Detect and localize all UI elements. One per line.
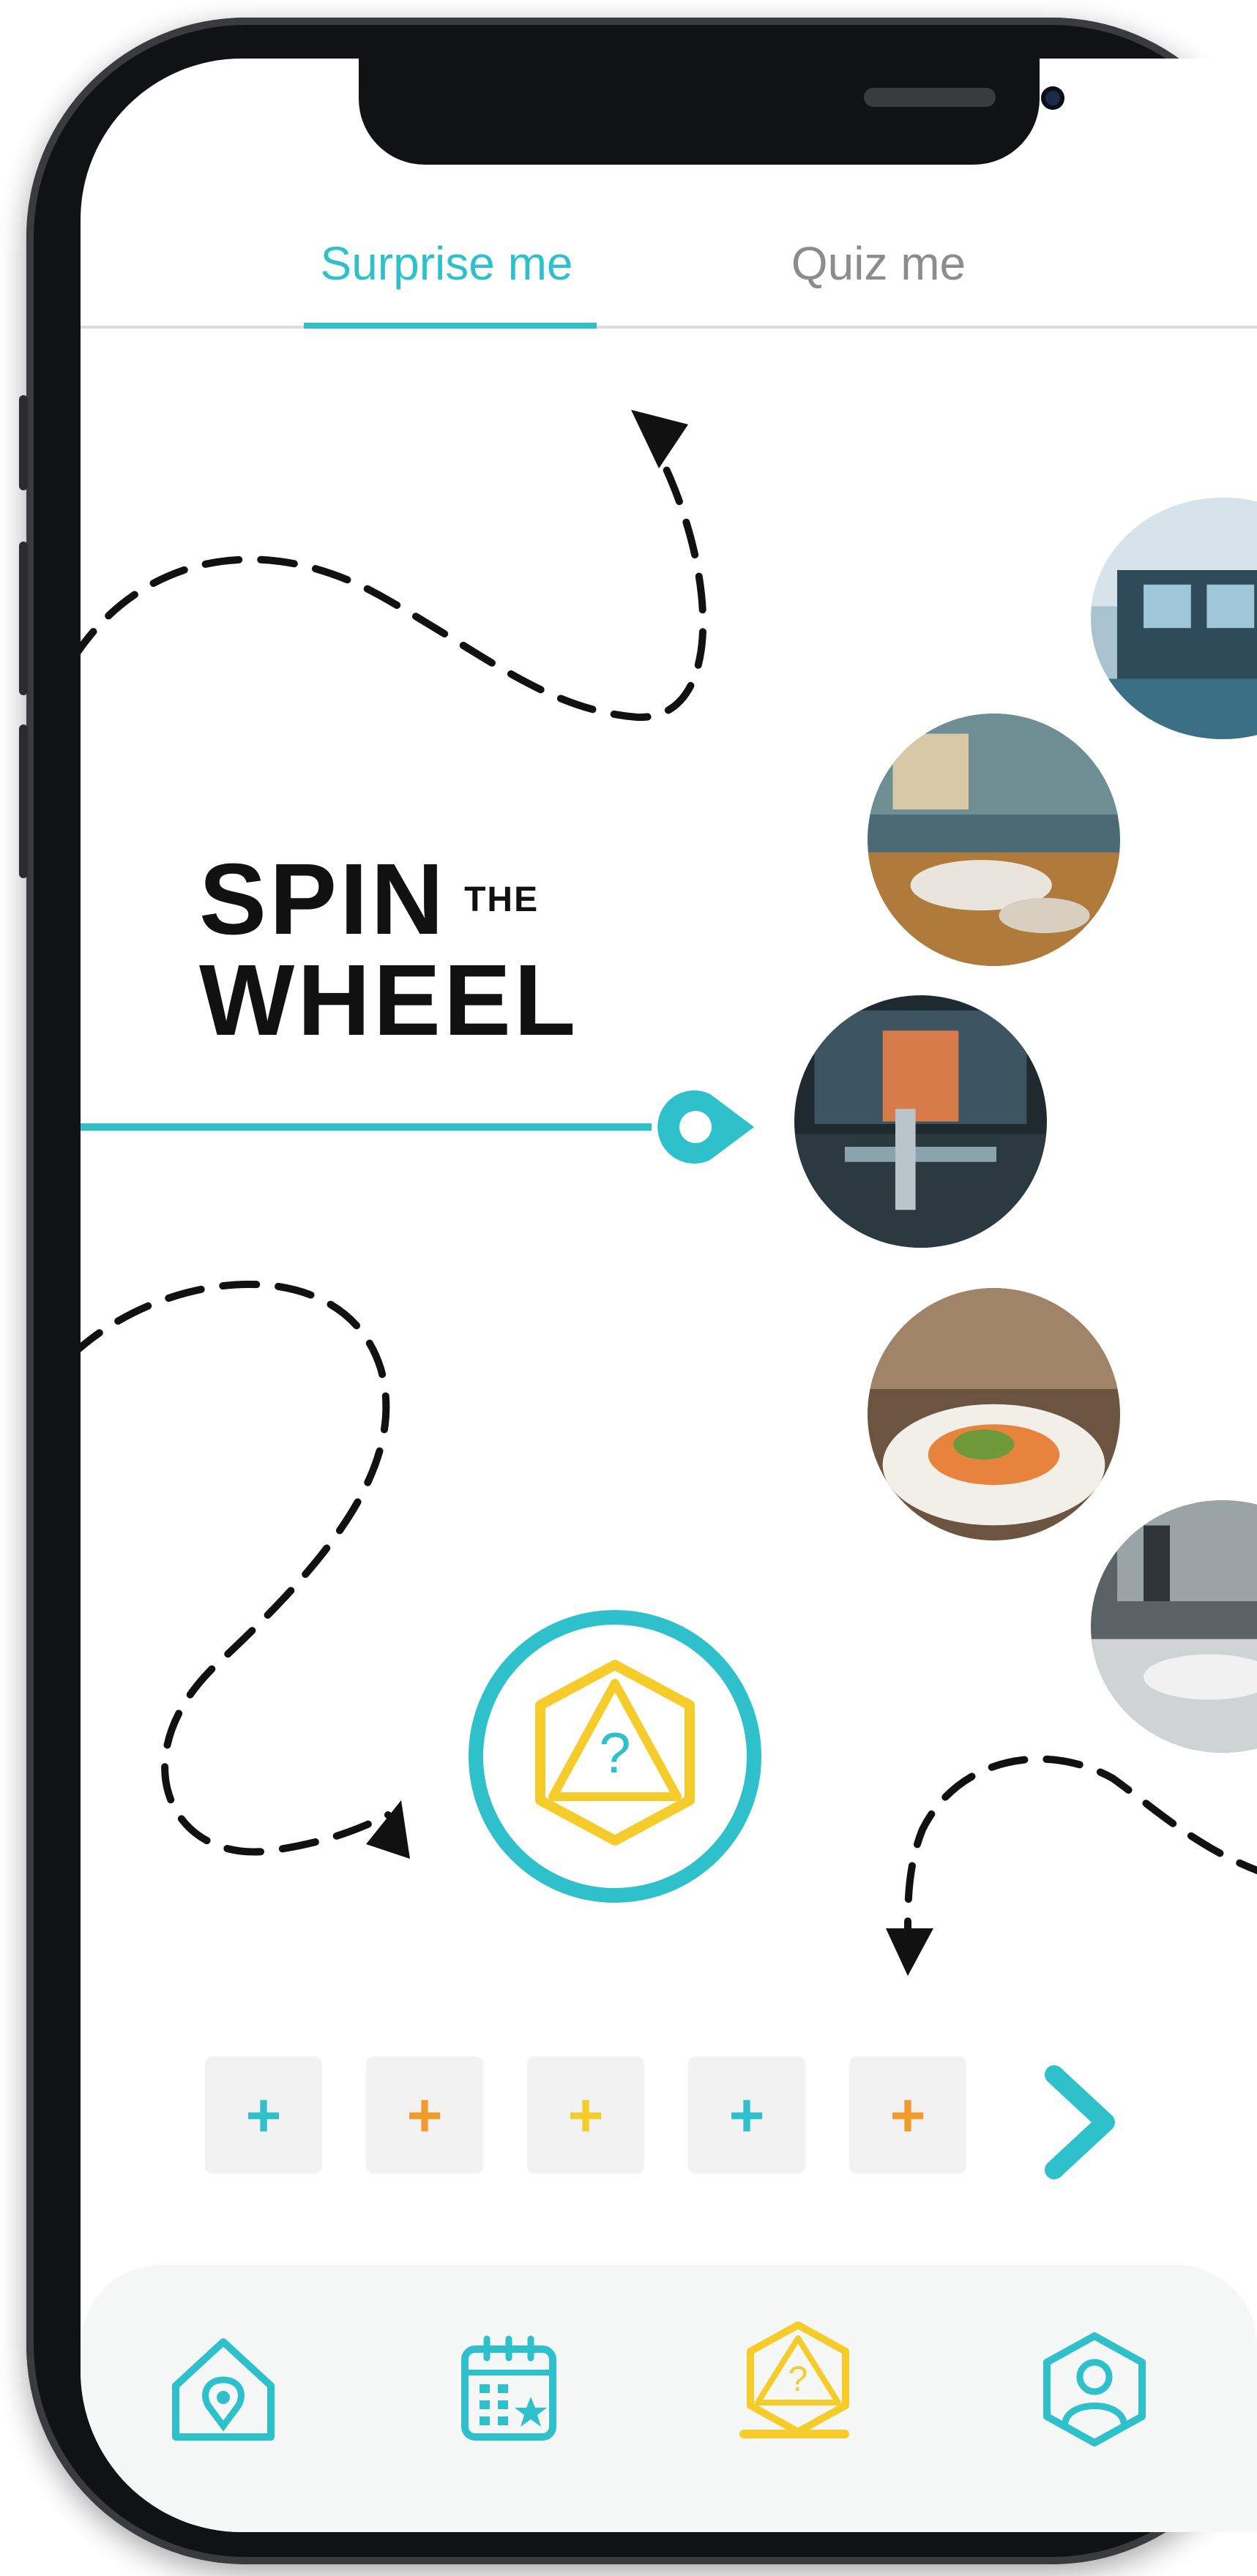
phone-volume-down xyxy=(19,724,28,878)
next-chevron-icon[interactable] xyxy=(1036,2060,1124,2184)
restaurant-photo-3[interactable] xyxy=(794,995,1047,1248)
add-choice-button-3[interactable]: + xyxy=(527,2056,644,2174)
phone-volume-up xyxy=(19,542,28,695)
add-choice-button-1[interactable]: + xyxy=(205,2056,322,2174)
restaurant-photo-4[interactable] xyxy=(868,1288,1120,1540)
add-choice-row: + + + + + xyxy=(205,2056,1157,2181)
spin-button[interactable]: ? xyxy=(461,1603,769,1910)
add-choice-button-4[interactable]: + xyxy=(688,2056,805,2174)
active-nav-indicator xyxy=(739,2430,849,2438)
spin-question-mark: ? xyxy=(599,1721,630,1785)
add-choice-button-5[interactable]: + xyxy=(849,2056,966,2174)
add-choice-button-2[interactable]: + xyxy=(366,2056,483,2174)
profile-icon[interactable] xyxy=(1032,2327,1157,2452)
home-location-icon[interactable] xyxy=(161,2327,286,2452)
phone-side-button xyxy=(19,395,28,490)
app-screen: Surprise me Quiz me SPIN THE WHEEL ? + +… xyxy=(81,59,1257,2532)
calendar-icon[interactable] xyxy=(447,2327,571,2452)
nav-dice-question-icon[interactable]: ? xyxy=(736,2316,860,2441)
nav-question-mark: ? xyxy=(788,2360,808,2399)
restaurant-photo-2[interactable] xyxy=(868,714,1120,966)
